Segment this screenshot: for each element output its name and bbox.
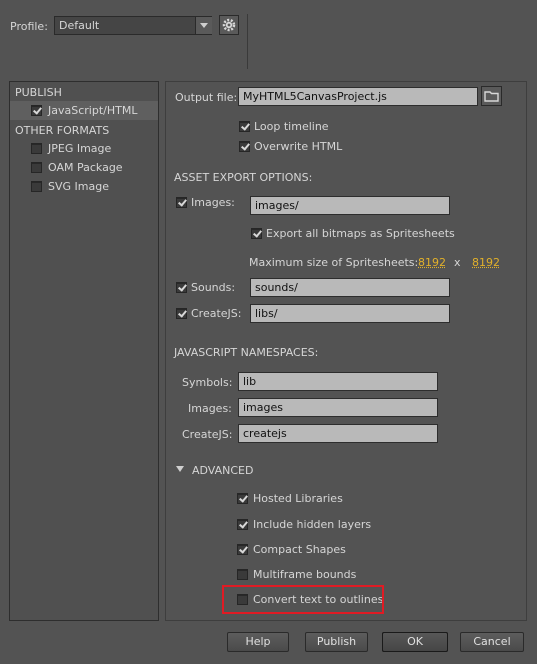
images-ns-input[interactable]: images <box>238 398 438 417</box>
advanced-header: ADVANCED <box>192 464 254 477</box>
oam-checkbox[interactable] <box>31 162 42 173</box>
overwrite-html-label: Overwrite HTML <box>254 140 343 153</box>
max-width-value[interactable]: 8192 <box>418 256 446 269</box>
sidebar-item-label: OAM Package <box>48 161 123 174</box>
triangle-down-icon <box>176 466 184 472</box>
loop-timeline-label: Loop timeline <box>254 120 329 133</box>
multiframe-bounds-checkbox[interactable] <box>237 569 248 580</box>
browse-button[interactable] <box>481 86 502 106</box>
cancel-button[interactable]: Cancel <box>460 632 524 652</box>
createjs-checkbox[interactable] <box>176 308 187 319</box>
loop-timeline-checkbox[interactable] <box>239 121 250 132</box>
export-spritesheets-checkbox[interactable] <box>251 228 262 239</box>
sidebar-item-label: JPEG Image <box>48 142 112 155</box>
asset-export-header: ASSET EXPORT OPTIONS: <box>174 171 313 184</box>
sidebar-item-label: JavaScript/HTML <box>48 104 138 117</box>
profile-select-value: Default <box>59 19 100 32</box>
sidebar-item-javascript-html[interactable]: JavaScript/HTML <box>10 103 158 119</box>
red-highlight-box <box>222 585 384 614</box>
symbols-ns-label: Symbols: <box>182 376 233 389</box>
sidebar-item-oam[interactable]: OAM Package <box>10 160 158 176</box>
publish-header: PUBLISH <box>15 86 62 99</box>
max-height-value[interactable]: 8192 <box>472 256 500 269</box>
sidebar-item-jpeg[interactable]: JPEG Image <box>10 141 158 157</box>
images-ns-label: Images: <box>188 402 232 415</box>
profile-options-button[interactable] <box>219 15 239 35</box>
folder-icon <box>484 91 499 102</box>
gear-icon <box>222 18 236 32</box>
namespaces-header: JAVASCRIPT NAMESPACES: <box>174 346 319 359</box>
compact-shapes-checkbox[interactable] <box>237 544 248 555</box>
sidebar-item-label: SVG Image <box>48 180 109 193</box>
profile-select[interactable]: Default <box>54 16 212 35</box>
include-hidden-layers-label: Include hidden layers <box>253 518 372 531</box>
images-folder-input[interactable]: images/ <box>250 196 450 215</box>
hosted-libraries-label: Hosted Libraries <box>253 492 343 505</box>
max-size-label: Maximum size of Spritesheets: <box>249 256 419 269</box>
ok-button[interactable]: OK <box>382 632 448 652</box>
profile-label: Profile: <box>10 20 48 33</box>
output-file-label: Output file: <box>175 91 238 104</box>
include-hidden-layers-checkbox[interactable] <box>237 519 248 530</box>
export-spritesheets-label: Export all bitmaps as Spritesheets <box>266 227 455 240</box>
symbols-ns-input[interactable]: lib <box>238 372 438 391</box>
sidebar-item-svg[interactable]: SVG Image <box>10 179 158 195</box>
advanced-toggle[interactable]: ADVANCED <box>174 462 264 478</box>
createjs-ns-input[interactable]: createjs <box>238 424 438 443</box>
sounds-checkbox[interactable] <box>176 282 187 293</box>
createjs-ns-label: CreateJS: <box>182 428 233 441</box>
other-formats-header: OTHER FORMATS <box>15 124 110 137</box>
hosted-libraries-checkbox[interactable] <box>237 493 248 504</box>
overwrite-html-checkbox[interactable] <box>239 141 250 152</box>
publish-button[interactable]: Publish <box>305 632 368 652</box>
images-checkbox[interactable] <box>176 197 187 208</box>
javascript-html-checkbox[interactable] <box>31 105 42 116</box>
createjs-folder-input[interactable]: libs/ <box>250 304 450 323</box>
help-button[interactable]: Help <box>227 632 289 652</box>
svg-checkbox[interactable] <box>31 181 42 192</box>
toolbar-divider <box>247 14 248 69</box>
images-label: Images: <box>191 196 235 209</box>
multiframe-bounds-label: Multiframe bounds <box>253 568 357 581</box>
createjs-label: CreateJS: <box>191 307 242 320</box>
sounds-folder-input[interactable]: sounds/ <box>250 278 450 297</box>
sounds-label: Sounds: <box>191 281 236 294</box>
output-file-input[interactable]: MyHTML5CanvasProject.js <box>238 87 478 106</box>
size-separator: x <box>454 256 461 269</box>
chevron-down-icon <box>195 17 212 34</box>
jpeg-checkbox[interactable] <box>31 143 42 154</box>
compact-shapes-label: Compact Shapes <box>253 543 346 556</box>
